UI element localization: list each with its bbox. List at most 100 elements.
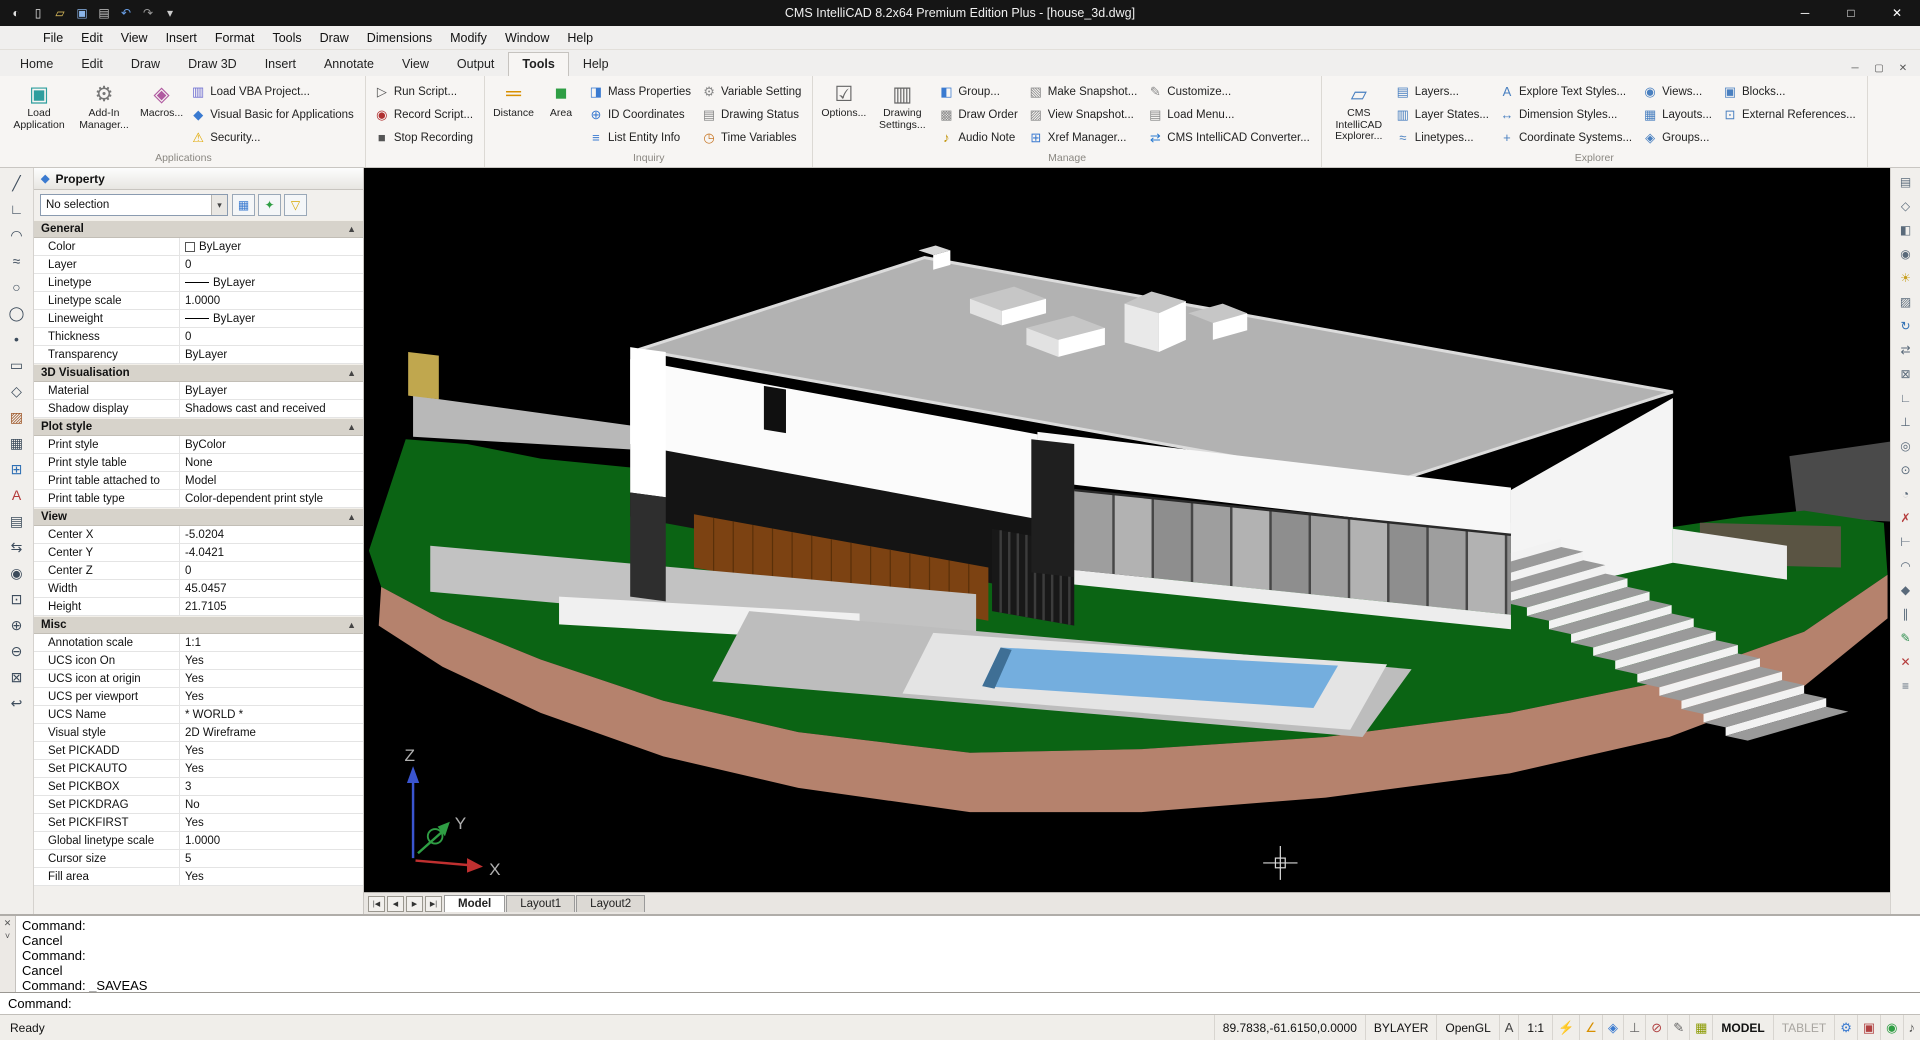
command-close-button[interactable]: ✕ [4,918,12,928]
options-button[interactable]: ☑Options... [819,78,868,122]
property-value[interactable]: Yes [180,673,363,685]
section-header-general[interactable]: General▲ [34,220,363,238]
tab-insert[interactable]: Insert [251,52,310,76]
list-entity-info-item[interactable]: ≡List Entity Info [586,126,696,149]
snap-midpoint-icon[interactable]: ⊥ [1893,410,1919,434]
mdi-restore-button[interactable]: ▢ [1870,60,1888,76]
run-script-item[interactable]: ▷Run Script... [372,80,478,103]
current-color[interactable]: BYLAYER [1365,1015,1436,1040]
coordinates-readout[interactable]: 89.7838,-61.6150,0.0000 [1214,1015,1365,1040]
property-value[interactable]: -5.0204 [180,529,363,541]
property-value[interactable]: No [180,799,363,811]
command-history[interactable]: ✕ ˅ Command:CancelCommand:CancelCommand:… [0,914,1920,992]
tab-output[interactable]: Output [443,52,509,76]
last-layout-button[interactable]: ▶| [425,896,442,912]
explore-text-styles-item[interactable]: AExplore Text Styles... [1497,80,1637,103]
section-header-misc[interactable]: Misc▲ [34,616,363,634]
minimize-button[interactable]: ─ [1782,0,1828,26]
snap-perpendicular-icon[interactable]: ⊢ [1893,530,1919,554]
tablet-toggle[interactable]: TABLET [1773,1015,1834,1040]
property-value[interactable]: 1.0000 [180,295,363,307]
draw-circle-icon[interactable]: ○ [4,274,30,300]
tab-tools[interactable]: Tools [508,52,568,76]
ortho-toggle-icon[interactable]: ⊥ [1623,1015,1645,1040]
zoom-extents-icon[interactable]: ⊠ [4,664,30,690]
property-value[interactable]: ByLayer [180,277,363,289]
maximize-button[interactable]: □ [1828,0,1874,26]
menu-item-help[interactable]: Help [558,28,602,48]
properties-list-icon[interactable]: ≡ [1893,674,1919,698]
menu-item-format[interactable]: Format [206,28,264,48]
record-script-item[interactable]: ◉Record Script... [372,103,478,126]
model-space-toggle[interactable]: MODEL [1712,1015,1772,1040]
close-button[interactable]: ✕ [1874,0,1920,26]
menu-item-edit[interactable]: Edit [72,28,112,48]
view-snapshot-item[interactable]: ▨View Snapshot... [1026,103,1143,126]
visual-basic-item[interactable]: ◆Visual Basic for Applications [188,103,359,126]
snap-node-icon[interactable]: ⊙ [1893,458,1919,482]
property-value[interactable]: Yes [180,817,363,829]
intellicad-converter-item[interactable]: ⇄CMS IntelliCAD Converter... [1145,126,1315,149]
linetypes-item[interactable]: ≈Linetypes... [1393,126,1494,149]
first-layout-button[interactable]: |◀ [368,896,385,912]
insert-block-icon[interactable]: ⊞ [4,456,30,482]
draw-spline-icon[interactable]: ≈ [4,248,30,274]
menu-item-view[interactable]: View [112,28,157,48]
tab-annotate[interactable]: Annotate [310,52,388,76]
draw-hatch-icon[interactable]: ▨ [4,404,30,430]
audio-note-item[interactable]: ♪Audio Note [936,126,1022,149]
app-logo-icon[interactable]: ◐ [6,3,26,23]
prev-layout-button[interactable]: ◀ [387,896,404,912]
menu-item-window[interactable]: Window [496,28,558,48]
tab-home[interactable]: Home [6,52,67,76]
quick-select-button[interactable]: ✦ [258,194,281,216]
make-snapshot-item[interactable]: ▧Make Snapshot... [1026,80,1143,103]
time-variables-item[interactable]: ◷Time Variables [699,126,806,149]
viewport[interactable]: Z Y X [364,168,1890,892]
draw-polyline-icon[interactable]: ∟ [4,196,30,222]
property-value[interactable]: Shadows cast and received [180,403,363,415]
visual-styles-icon[interactable]: ◧ [1893,218,1919,242]
load-vba-project-item[interactable]: ▥Load VBA Project... [188,80,359,103]
property-value[interactable]: 1.0000 [180,835,363,847]
pan-icon[interactable]: ⇆ [4,534,30,560]
polar-toggle-icon[interactable]: ∠ [1579,1015,1602,1040]
add-in-manager-button[interactable]: ⚙Add-In Manager... [73,78,135,133]
lights-icon[interactable]: ☀ [1893,266,1919,290]
snap-quadrant-icon[interactable]: ◔ [1893,482,1919,506]
orbit-icon[interactable]: ↻ [1893,314,1919,338]
id-coordinates-item[interactable]: ⊕ID Coordinates [586,103,696,126]
settings-gear-icon[interactable]: ⚙ [1834,1015,1857,1040]
groups-item[interactable]: ◈Groups... [1640,126,1717,149]
snap-tangent-icon[interactable]: ◠ [1893,554,1919,578]
save-icon[interactable]: ▣ [72,3,92,23]
draw-line-icon[interactable]: ╱ [4,170,30,196]
command-expand-button[interactable]: ˅ [5,931,10,941]
drawing-status-item[interactable]: ▤Drawing Status [699,103,806,126]
property-value[interactable]: ByLayer [180,313,363,325]
property-value[interactable]: 3 [180,781,363,793]
property-value[interactable]: 45.0457 [180,583,363,595]
layout-tab-model[interactable]: Model [444,895,505,912]
pick-entities-button[interactable]: ▦ [232,194,255,216]
tab-view[interactable]: View [388,52,443,76]
layout-tab-layout1[interactable]: Layout1 [506,895,575,912]
variable-setting-item[interactable]: ⚙Variable Setting [699,80,806,103]
render-mode[interactable]: OpenGL [1436,1015,1498,1040]
draw-point-icon[interactable]: • [4,326,30,352]
zoom-previous-icon[interactable]: ↩ [4,690,30,716]
snap-intersection-icon[interactable]: ✗ [1893,506,1919,530]
property-value[interactable]: None [180,457,363,469]
open-file-icon[interactable]: ▱ [50,3,70,23]
command-prompt[interactable]: Command: [0,992,1920,1014]
mdi-minimize-button[interactable]: ─ [1846,60,1864,76]
clean-screen-icon[interactable]: ▣ [1857,1015,1880,1040]
views-item[interactable]: ◉Views... [1640,80,1717,103]
draw-order-item[interactable]: ▩Draw Order [936,103,1022,126]
grid-toggle-icon[interactable]: ▦ [1689,1015,1712,1040]
draw-polygon-icon[interactable]: ◇ [4,378,30,404]
security-item[interactable]: ⚠Security... [188,126,359,149]
render-icon[interactable]: ◉ [1893,242,1919,266]
audio-icon[interactable]: ♪ [1903,1015,1920,1040]
distance-button[interactable]: ═Distance [491,78,536,122]
